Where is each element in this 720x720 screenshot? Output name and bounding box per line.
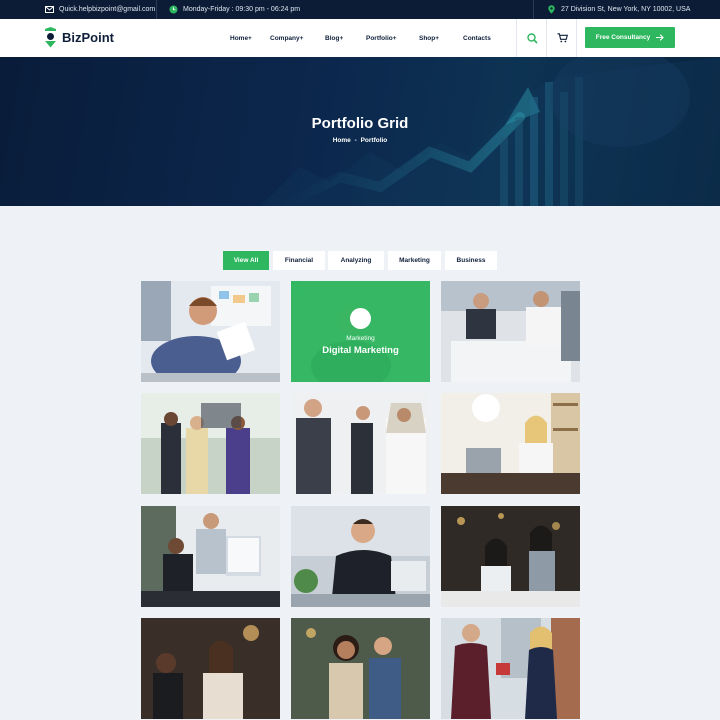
portfolio-item[interactable] <box>141 506 280 607</box>
mail-icon <box>45 5 54 14</box>
address-info: 27 Division St, New York, NY 10002, USA <box>547 0 690 19</box>
portfolio-photo <box>291 393 430 494</box>
filter-view-all[interactable]: View All <box>223 251 269 270</box>
header-divider <box>516 19 517 57</box>
portfolio-item[interactable] <box>291 506 430 607</box>
portfolio-item[interactable] <box>141 393 280 494</box>
address-text: 27 Division St, New York, NY 10002, USA <box>561 6 691 13</box>
portfolio-item[interactable] <box>441 393 580 494</box>
filter-marketing[interactable]: Marketing <box>388 251 441 270</box>
search-icon <box>526 32 538 44</box>
portfolio-item-digital-marketing[interactable]: Marketing Digital Marketing <box>291 281 430 382</box>
clock-icon <box>169 5 178 14</box>
arrow-right-icon <box>656 34 665 41</box>
portfolio-category: Marketing <box>346 334 375 342</box>
free-consultancy-button[interactable]: Free Consultancy <box>585 27 675 48</box>
hover-overlay: Marketing Digital Marketing <box>291 281 430 382</box>
nav-blog[interactable]: Blog+ <box>325 35 343 42</box>
portfolio-photo <box>441 506 580 607</box>
expand-icon[interactable] <box>291 281 371 329</box>
portfolio-item[interactable] <box>291 393 430 494</box>
cart-icon <box>557 33 568 43</box>
header-divider <box>546 19 547 57</box>
portfolio-photo <box>141 281 280 382</box>
office-hours: Monday-Friday : 09:30 pm - 06:24 pm <box>169 0 300 19</box>
cta-label: Free Consultancy <box>595 34 651 41</box>
nav-home[interactable]: Home+ <box>230 35 252 42</box>
portfolio-item[interactable] <box>441 281 580 382</box>
portfolio-photo <box>141 618 280 719</box>
portfolio-photo <box>441 281 580 382</box>
top-info-bar: Quick.helpbizpoint@gmail.com Monday-Frid… <box>0 0 720 19</box>
topbar-divider <box>533 0 534 19</box>
portfolio-photo <box>441 393 580 494</box>
cart-button[interactable] <box>548 19 576 57</box>
email-text: Quick.helpbizpoint@gmail.com <box>59 6 156 13</box>
portfolio-photo <box>291 506 430 607</box>
search-button[interactable] <box>518 19 546 57</box>
nav-company[interactable]: Company+ <box>270 35 303 42</box>
breadcrumb-current: Portfolio <box>360 137 388 144</box>
portfolio-item[interactable] <box>291 618 430 719</box>
page-title: Portfolio Grid <box>311 115 409 132</box>
portfolio-title[interactable]: Digital Marketing <box>322 345 399 356</box>
nav-portfolio[interactable]: Portfolio+ <box>366 35 397 42</box>
breadcrumb-separator: - <box>354 137 357 144</box>
page-hero-banner: Portfolio Grid Home - Portfolio <box>0 57 720 206</box>
nav-shop[interactable]: Shop+ <box>419 35 439 42</box>
portfolio-item[interactable] <box>141 618 280 719</box>
portfolio-photo <box>141 506 280 607</box>
portfolio-item[interactable] <box>441 618 580 719</box>
topbar-divider <box>156 0 157 19</box>
location-pin-icon <box>547 5 556 14</box>
filter-analyzing[interactable]: Analyzing <box>328 251 384 270</box>
email-contact[interactable]: Quick.helpbizpoint@gmail.com <box>45 0 155 19</box>
breadcrumb-home-link[interactable]: Home <box>333 137 351 144</box>
filter-business[interactable]: Business <box>445 251 497 270</box>
portfolio-photo <box>441 618 580 719</box>
portfolio-photo <box>291 618 430 719</box>
hours-text: Monday-Friday : 09:30 pm - 06:24 pm <box>183 6 301 13</box>
main-header: BizPoint Home+ Company+ Blog+ Portfolio+… <box>0 19 720 57</box>
header-divider <box>576 19 577 57</box>
portfolio-item[interactable] <box>441 506 580 607</box>
breadcrumb: Home - Portfolio <box>0 137 720 144</box>
portfolio-item[interactable] <box>141 281 280 382</box>
nav-contacts[interactable]: Contacts <box>463 35 491 42</box>
portfolio-photo <box>141 393 280 494</box>
filter-financial[interactable]: Financial <box>273 251 325 270</box>
